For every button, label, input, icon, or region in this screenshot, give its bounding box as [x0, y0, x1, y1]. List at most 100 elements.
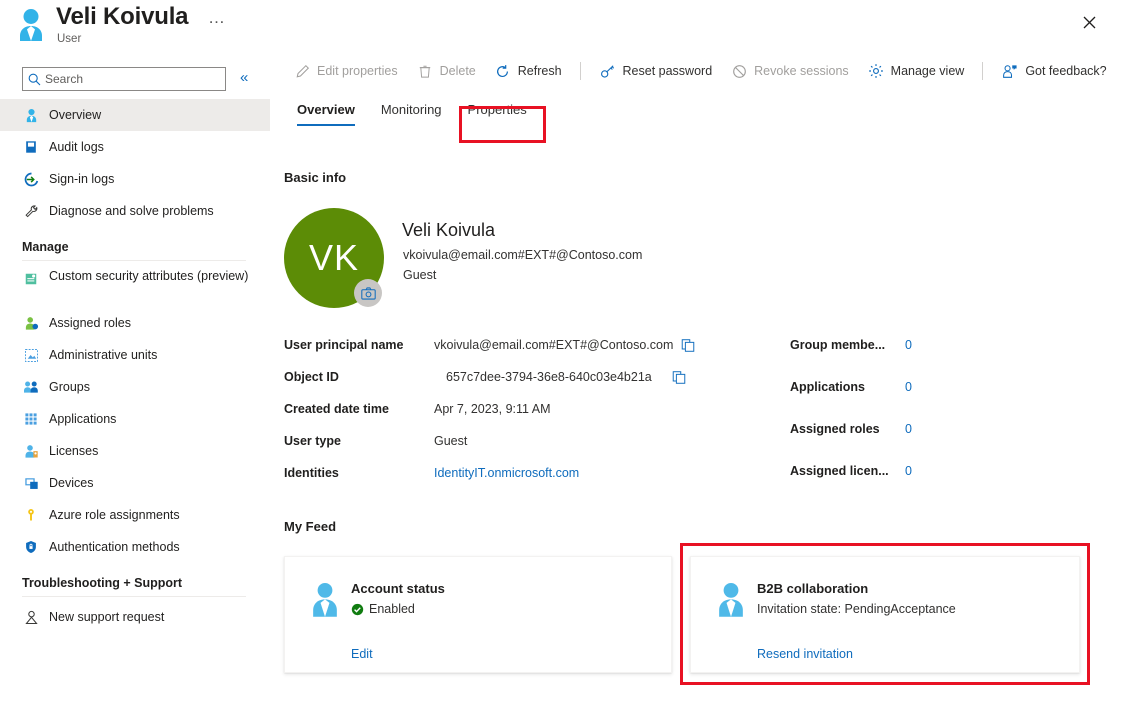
property-row-identities: Identities IdentityIT.onmicrosoft.com: [284, 466, 579, 480]
copy-icon[interactable]: [672, 370, 686, 385]
sidebar-item-custom-security-attributes[interactable]: Custom security attributes (preview): [0, 265, 270, 307]
close-icon[interactable]: [1073, 6, 1105, 38]
search-icon: [23, 73, 45, 86]
wrench-icon: [22, 202, 40, 220]
feed-card-status-text: Invitation state: PendingAcceptance: [757, 602, 956, 616]
my-feed-heading: My Feed: [284, 519, 336, 534]
sidebar-item-audit-logs[interactable]: Audit logs: [0, 131, 270, 163]
sidebar-item-azure-role-assignments[interactable]: Azure role assignments: [0, 499, 270, 531]
sidebar-item-diagnose[interactable]: Diagnose and solve problems: [0, 195, 270, 227]
person-icon: [713, 581, 749, 619]
page-title: Veli Koivula: [56, 3, 188, 31]
sidebar-item-groups[interactable]: Groups: [0, 371, 270, 403]
sidebar-item-administrative-units[interactable]: Administrative units: [0, 339, 270, 371]
feed-card-link-resend-invitation[interactable]: Resend invitation: [757, 647, 853, 661]
trash-icon: [416, 62, 434, 80]
command-label: Edit properties: [317, 64, 398, 78]
camera-icon[interactable]: [354, 279, 382, 307]
gear-icon: [867, 62, 885, 80]
licenses-icon: [22, 442, 40, 460]
profile-name: Veli Koivula: [402, 220, 495, 241]
tab-bar: Overview Monitoring Properties: [284, 96, 540, 134]
feed-card-b2b-collaboration[interactable]: B2B collaboration Invitation state: Pend…: [690, 556, 1080, 673]
feed-card-account-status[interactable]: Account status Enabled Edit: [284, 556, 672, 673]
sidebar-item-new-support-request[interactable]: New support request: [0, 601, 270, 633]
stat-value[interactable]: 0: [905, 464, 912, 478]
stat-label: Applications: [790, 380, 905, 394]
more-options-icon[interactable]: …: [208, 8, 226, 28]
property-value: Guest: [434, 434, 467, 448]
sidebar-item-devices[interactable]: Devices: [0, 467, 270, 499]
reset-password-button[interactable]: Reset password: [590, 56, 722, 86]
sidebar-item-assigned-roles[interactable]: Assigned roles: [0, 307, 270, 339]
collapse-sidebar-icon[interactable]: «: [240, 70, 248, 85]
sidebar-item-label: Azure role assignments: [49, 508, 180, 523]
property-key: User type: [284, 434, 434, 448]
sidebar-item-label: Assigned roles: [49, 316, 131, 331]
page-subtitle: User: [57, 33, 81, 45]
feed-card-title: B2B collaboration: [757, 581, 868, 596]
tab-properties[interactable]: Properties: [455, 96, 540, 126]
edit-properties-button[interactable]: Edit properties: [284, 56, 407, 86]
tab-label: Overview: [297, 102, 355, 117]
block-icon: [730, 62, 748, 80]
property-value-link[interactable]: IdentityIT.onmicrosoft.com: [434, 466, 579, 480]
sidebar-item-label: Devices: [49, 476, 93, 491]
tab-label: Properties: [468, 102, 527, 117]
command-bar: Edit properties Delete: [270, 52, 1121, 90]
sidebar-item-label: Administrative units: [49, 348, 157, 363]
property-key: Created date time: [284, 402, 434, 416]
tab-label: Monitoring: [381, 102, 442, 117]
refresh-button[interactable]: Refresh: [485, 56, 571, 86]
property-row-user-type: User type Guest: [284, 434, 467, 448]
command-label: Revoke sessions: [754, 64, 849, 78]
revoke-sessions-button[interactable]: Revoke sessions: [721, 56, 858, 86]
feed-card-link-edit[interactable]: Edit: [351, 647, 373, 661]
property-row-upn: User principal name vkoivula@email.com#E…: [284, 338, 695, 353]
sidebar-item-label: Groups: [49, 380, 90, 395]
command-label: Reset password: [623, 64, 713, 78]
property-row-created-date: Created date time Apr 7, 2023, 9:11 AM: [284, 402, 551, 416]
command-label: Delete: [440, 64, 476, 78]
stat-value[interactable]: 0: [905, 422, 912, 436]
delete-button[interactable]: Delete: [407, 56, 485, 86]
divider: [22, 596, 246, 597]
tab-overview[interactable]: Overview: [284, 96, 368, 126]
feed-card-title: Account status: [351, 581, 445, 596]
sidebar-item-label: Applications: [49, 412, 116, 427]
sidebar-item-signin-logs[interactable]: Sign-in logs: [0, 163, 270, 195]
feedback-icon: [1001, 62, 1019, 80]
stat-value[interactable]: 0: [905, 380, 912, 394]
sidebar-section-manage: Manage: [0, 227, 270, 257]
applications-grid-icon: [22, 410, 40, 428]
sidebar-item-label: Diagnose and solve problems: [49, 204, 214, 219]
key-icon: [22, 506, 40, 524]
sidebar: « Overview: [0, 52, 270, 701]
groups-icon: [22, 378, 40, 396]
sidebar-item-label: Overview: [49, 108, 101, 123]
devices-icon: [22, 474, 40, 492]
sidebar-item-overview[interactable]: Overview: [0, 99, 270, 131]
stat-value[interactable]: 0: [905, 338, 912, 352]
sidebar-nav: Overview Audit logs Si: [0, 99, 270, 633]
copy-icon[interactable]: [681, 338, 695, 353]
person-icon: [14, 7, 48, 43]
person-icon: [307, 581, 343, 619]
profile-user-type: Guest: [403, 268, 436, 282]
stat-group-memberships: Group membe... 0: [790, 338, 912, 352]
search-input[interactable]: [45, 72, 215, 86]
assigned-roles-icon: [22, 314, 40, 332]
attributes-icon: [22, 270, 40, 288]
search-box[interactable]: [22, 67, 226, 91]
sidebar-item-licenses[interactable]: Licenses: [0, 435, 270, 467]
got-feedback-button[interactable]: Got feedback?: [992, 56, 1115, 86]
manage-view-button[interactable]: Manage view: [858, 56, 974, 86]
property-value: vkoivula@email.com#EXT#@Contoso.com: [434, 338, 673, 352]
check-circle-icon: [351, 603, 364, 616]
sidebar-item-label: Sign-in logs: [49, 172, 114, 187]
sidebar-item-authentication-methods[interactable]: Authentication methods: [0, 531, 270, 563]
command-label: Manage view: [891, 64, 965, 78]
sidebar-item-applications[interactable]: Applications: [0, 403, 270, 435]
tab-monitoring[interactable]: Monitoring: [368, 96, 455, 126]
property-value: 657c7dee-3794-36e8-640c03e4b21a: [446, 370, 652, 384]
